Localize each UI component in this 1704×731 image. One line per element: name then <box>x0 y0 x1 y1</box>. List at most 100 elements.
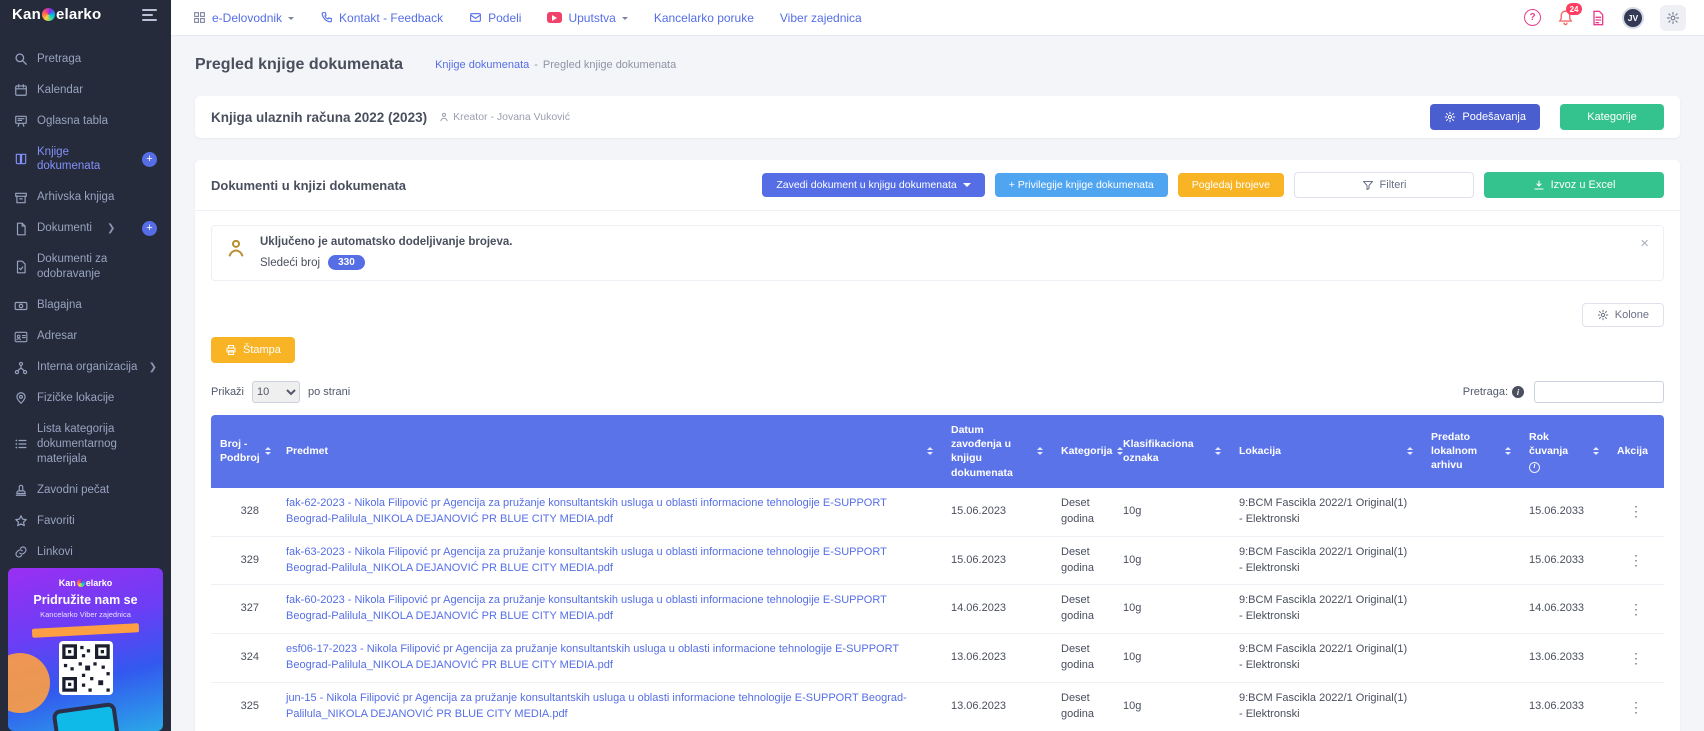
document-icon[interactable] <box>1590 10 1606 26</box>
logo-text-post: elarko <box>56 6 101 23</box>
sort-icon[interactable] <box>1505 444 1511 458</box>
cell-oznaka: 10g <box>1114 585 1230 634</box>
add-document-button[interactable]: + <box>142 221 157 236</box>
menu-item-podeli[interactable]: Podeli <box>469 11 521 25</box>
categories-button[interactable]: Kategorije <box>1560 104 1664 130</box>
viber-promo-banner[interactable]: Kanelarko Pridružite nam se Kancelarko V… <box>8 568 163 731</box>
cell-broj: 328 <box>211 488 277 537</box>
col-header-predato-arhivu[interactable]: Predato lokalnom arhivu <box>1422 415 1520 488</box>
print-button[interactable]: Štampa <box>211 337 295 363</box>
page-head: Pregled knjige dokumenata Knjige dokumen… <box>195 56 1680 74</box>
avatar[interactable]: JV <box>1622 7 1644 29</box>
document-link[interactable]: esf06-17-2023 - Nikola Filipović pr Agen… <box>286 643 899 671</box>
menu-item-uputstva[interactable]: Uputstva <box>547 11 627 25</box>
settings-button[interactable] <box>1660 5 1686 31</box>
col-header-broj-podbroj[interactable]: Broj - Podbroj <box>211 415 277 488</box>
kebab-menu-icon[interactable]: ⋮ <box>1623 599 1649 619</box>
sort-icon[interactable] <box>1593 444 1599 458</box>
col-header-datum[interactable]: Datum zavođenja u knjigu dokumenata <box>942 415 1052 488</box>
link-icon <box>14 545 28 559</box>
sidebar-item-interna-organizacija[interactable]: Interna organizacija ❯ <box>0 352 171 383</box>
menu-item-kancelarko-poruke[interactable]: Kancelarko poruke <box>654 11 754 25</box>
sidebar-item-adresar[interactable]: Adresar <box>0 321 171 352</box>
sidebar-item-favoriti[interactable]: Favoriti <box>0 506 171 537</box>
mail-icon <box>469 11 482 24</box>
cell-broj: 324 <box>211 634 277 683</box>
sort-icon[interactable] <box>1407 444 1413 458</box>
menu-item-kontakt-feedback[interactable]: Kontakt - Feedback <box>320 11 443 25</box>
document-link[interactable]: jun-15 - Nikola Filipović pr Agencija za… <box>286 692 907 720</box>
sidebar-item-fizicke-lokacije[interactable]: Fizičke lokacije <box>0 383 171 414</box>
col-header-klasifikaciona-oznaka[interactable]: Klasifikaciona oznaka <box>1114 415 1230 488</box>
menu-item-e-delovodnik[interactable]: e-Delovodnik <box>193 11 294 25</box>
document-link[interactable]: fak-60-2023 - Nikola Filipović pr Agenci… <box>286 594 887 622</box>
sidebar-item-lista-kategorija[interactable]: Lista kategorija dokumentarnog materijal… <box>0 414 171 475</box>
logo[interactable]: Kanelarko <box>12 6 101 23</box>
add-book-button[interactable]: + <box>142 152 157 167</box>
sidebar-item-oglasna-tabla[interactable]: Oglasna tabla <box>0 106 171 137</box>
document-link[interactable]: fak-63-2023 - Nikola Filipović pr Agenci… <box>286 546 887 574</box>
col-header-rok-cuvanja[interactable]: Rok čuvanjai <box>1520 415 1608 488</box>
sort-icon[interactable] <box>1037 444 1043 458</box>
col-header-kategorija[interactable]: Kategorija <box>1052 415 1114 488</box>
breadcrumb-link[interactable]: Knjige dokumenata <box>435 59 529 71</box>
notifications-button[interactable]: 24 <box>1557 9 1574 26</box>
kebab-menu-icon[interactable]: ⋮ <box>1623 501 1649 521</box>
chevron-right-icon: ❯ <box>107 222 115 235</box>
cell-lokacija: 9:BCM Fascikla 2022/1 Original(1) - Elek… <box>1230 634 1422 683</box>
settings-button[interactable]: Podešavanja <box>1430 104 1540 130</box>
page-title: Pregled knjige dokumenata <box>195 56 403 74</box>
col-header-lokacija[interactable]: Lokacija <box>1230 415 1422 488</box>
filters-button[interactable]: Filteri <box>1294 172 1474 198</box>
sidebar-item-label: Oglasna tabla <box>37 114 108 129</box>
export-excel-button[interactable]: Izvoz u Excel <box>1484 172 1664 198</box>
info-icon[interactable]: i <box>1529 462 1540 473</box>
book-privileges-button[interactable]: + Privilegije knjige dokumenata <box>995 173 1168 197</box>
page-size-select[interactable]: 10 <box>252 381 300 403</box>
sort-icon[interactable] <box>265 444 271 458</box>
search-input[interactable] <box>1534 381 1664 403</box>
cell-datum: 13.06.2023 <box>942 634 1052 683</box>
kebab-menu-icon[interactable]: ⋮ <box>1623 697 1649 717</box>
sidebar-item-arhivska-knjiga[interactable]: Arhivska knjiga <box>0 182 171 213</box>
col-header-predmet[interactable]: Predmet <box>277 415 942 488</box>
sidebar-item-dokumenti[interactable]: Dokumenti ❯ + <box>0 213 171 244</box>
cell-kategorija: Deset godina <box>1052 488 1114 537</box>
info-icon[interactable]: i <box>1512 386 1524 398</box>
kebab-menu-icon[interactable]: ⋮ <box>1623 550 1649 570</box>
breadcrumb-current: Pregled knjige dokumenata <box>543 59 676 71</box>
download-icon <box>1533 179 1545 191</box>
cell-oznaka: 10g <box>1114 683 1230 731</box>
sidebar-item-label: Pretraga <box>37 52 81 67</box>
close-icon[interactable]: × <box>1640 236 1649 251</box>
view-numbers-button[interactable]: Pogledaj brojeve <box>1178 173 1284 197</box>
cell-broj: 327 <box>211 585 277 634</box>
sort-icon[interactable] <box>927 444 933 458</box>
sidebar-item-knjige-dokumenata[interactable]: Knjige dokumenata + <box>0 137 171 183</box>
cell-predato <box>1422 537 1520 586</box>
sidebar-item-linkovi[interactable]: Linkovi <box>0 537 171 568</box>
columns-button[interactable]: Kolone <box>1582 303 1664 327</box>
table-row: 328 fak-62-2023 - Nikola Filipović pr Ag… <box>211 488 1664 537</box>
register-document-button[interactable]: Zavedi dokument u knjigu dokumenata <box>762 173 984 197</box>
show-label: Prikaži <box>211 386 244 398</box>
kebab-menu-icon[interactable]: ⋮ <box>1623 648 1649 668</box>
hamburger-menu-icon[interactable] <box>140 5 159 25</box>
org-icon <box>14 361 28 375</box>
funnel-icon <box>1362 179 1374 191</box>
sidebar-item-label: Dokumenti za odobravanje <box>37 252 157 282</box>
sidebar-item-dokumenti-za-odobravanje[interactable]: Dokumenti za odobravanje <box>0 244 171 290</box>
sort-icon[interactable] <box>1215 444 1221 458</box>
promo-ribbon <box>32 623 139 638</box>
sidebar-item-blagajna[interactable]: Blagajna <box>0 290 171 321</box>
menu-item-viber-zajednica[interactable]: Viber zajednica <box>780 11 862 25</box>
sidebar-item-pretraga[interactable]: Pretraga <box>0 44 171 75</box>
sidebar-item-kalendar[interactable]: Kalendar <box>0 75 171 106</box>
document-link[interactable]: fak-62-2023 - Nikola Filipović pr Agenci… <box>286 497 887 525</box>
sidebar-item-label: Dokumenti <box>37 221 92 236</box>
sidebar-item-zavodni-pecat[interactable]: Zavodni pečat <box>0 475 171 506</box>
cell-rok: 13.06.2033 <box>1520 634 1608 683</box>
cell-predmet: esf06-17-2023 - Nikola Filipović pr Agen… <box>277 634 942 683</box>
chevron-down-icon <box>288 17 294 23</box>
help-icon[interactable]: ? <box>1524 9 1541 26</box>
